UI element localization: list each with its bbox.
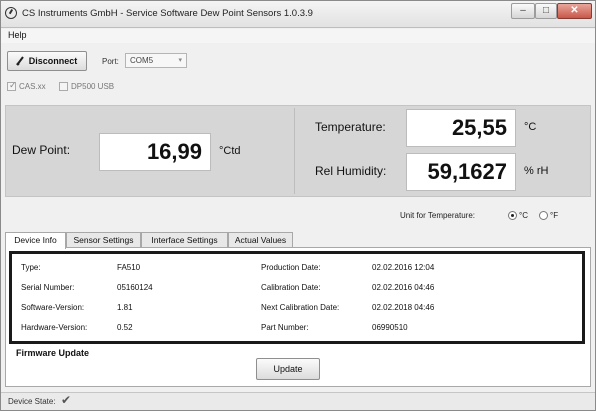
- humidity-value: 59,1627: [406, 153, 516, 191]
- minimize-button[interactable]: –: [511, 3, 535, 19]
- port-select[interactable]: COM5 ▾: [125, 53, 187, 68]
- maximize-button[interactable]: □: [535, 3, 557, 19]
- check-icon: ✓: [9, 80, 17, 90]
- next-calibration-date-label: Next Calibration Date:: [261, 303, 340, 312]
- temperature-unit: °C: [524, 121, 537, 133]
- checkbox-box: [59, 82, 68, 91]
- hardware-version-value: 0.52: [117, 323, 133, 332]
- tab-interface-settings[interactable]: Interface Settings: [141, 232, 228, 248]
- app-icon: [5, 7, 17, 19]
- checkbox-label: DP500 USB: [71, 82, 115, 91]
- plug-icon: [16, 56, 24, 66]
- serial-number-value: 05160124: [117, 283, 153, 292]
- title-bar: CS Instruments GmbH - Service Software D…: [1, 1, 595, 28]
- temperature-unit-label: Unit for Temperature:: [400, 211, 475, 220]
- disconnect-label: Disconnect: [28, 56, 78, 66]
- humidity-label: Rel Humidity:: [315, 164, 387, 178]
- dew-point-label: Dew Point:: [12, 143, 71, 157]
- app-window: CS Instruments GmbH - Service Software D…: [0, 0, 596, 411]
- menu-bar: Help: [1, 29, 595, 43]
- status-bar: Device State: ✔: [1, 392, 595, 410]
- part-number-value: 06990510: [372, 323, 408, 332]
- disconnect-button[interactable]: Disconnect: [7, 51, 87, 71]
- next-calibration-date-value: 02.02.2018 04:46: [372, 303, 435, 312]
- radio-fahrenheit-label: °F: [550, 211, 559, 220]
- port-value: COM5: [130, 56, 154, 65]
- type-value: FA510: [117, 263, 141, 272]
- panel-divider: [294, 108, 295, 194]
- dew-point-unit: °Ctd: [219, 145, 241, 157]
- calibration-date-label: Calibration Date:: [261, 283, 321, 292]
- dew-point-value: 16,99: [99, 133, 211, 171]
- update-button[interactable]: Update: [256, 358, 320, 380]
- firmware-update-title: Firmware Update: [16, 348, 90, 358]
- calibration-date-value: 02.02.2016 04:46: [372, 283, 435, 292]
- software-version-value: 1.81: [117, 303, 133, 312]
- production-date-label: Production Date:: [261, 263, 321, 272]
- humidity-unit: % rH: [524, 165, 549, 177]
- chevron-down-icon: ▾: [178, 57, 182, 64]
- checkbox-label: CAS.xx: [19, 82, 46, 91]
- tab-device-info[interactable]: Device Info: [5, 232, 66, 249]
- type-label: Type:: [21, 263, 41, 272]
- radio-celsius-label: °C: [519, 211, 528, 220]
- radio-fahrenheit[interactable]: [539, 211, 548, 220]
- close-button[interactable]: ✕: [557, 3, 592, 19]
- software-version-label: Software-Version:: [21, 303, 85, 312]
- serial-number-label: Serial Number:: [21, 283, 75, 292]
- window-title: CS Instruments GmbH - Service Software D…: [22, 8, 313, 19]
- production-date-value: 02.02.2016 12:04: [372, 263, 435, 272]
- hardware-version-label: Hardware-Version:: [21, 323, 88, 332]
- port-label: Port:: [102, 57, 119, 66]
- checkmark-icon: ✔: [61, 393, 72, 407]
- temperature-value: 25,55: [406, 109, 516, 147]
- radio-celsius[interactable]: [508, 211, 517, 220]
- device-state-label: Device State:: [8, 397, 56, 406]
- part-number-label: Part Number:: [261, 323, 309, 332]
- temperature-label: Temperature:: [315, 120, 386, 134]
- checkbox-box: ✓: [7, 80, 17, 91]
- tab-sensor-settings[interactable]: Sensor Settings: [66, 232, 141, 248]
- tab-actual-values[interactable]: Actual Values: [228, 232, 293, 248]
- menu-help[interactable]: Help: [8, 30, 27, 40]
